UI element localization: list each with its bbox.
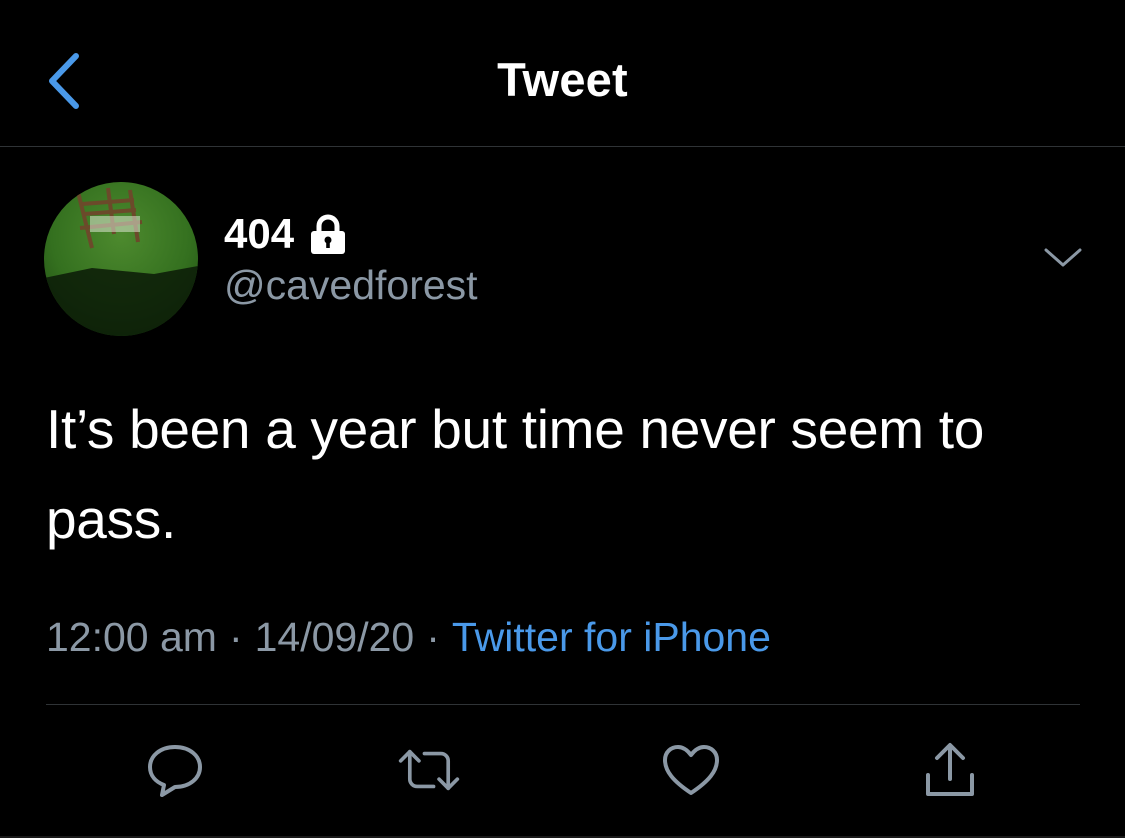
tweet-menu-button[interactable] (1036, 240, 1090, 276)
lock-icon (308, 212, 348, 256)
divider (46, 704, 1080, 705)
top-navigation-bar: Tweet (0, 0, 1125, 147)
share-icon (926, 743, 974, 796)
retweet-button[interactable] (397, 738, 461, 802)
tweet-date: 14/09/20 (254, 614, 415, 660)
page-title: Tweet (497, 53, 628, 106)
display-name: 404 (224, 210, 295, 257)
tweet-source-link[interactable]: Twitter for iPhone (452, 614, 771, 660)
tweet-text-line: pass. (46, 488, 176, 550)
share-button[interactable] (918, 738, 982, 802)
avatar[interactable] (44, 182, 198, 336)
retweet-icon (398, 749, 460, 791)
tweet-time: 12:00 am (46, 614, 217, 660)
chevron-down-icon (1044, 248, 1082, 267)
like-button[interactable] (659, 738, 723, 802)
heart-icon (663, 745, 719, 795)
username[interactable]: @cavedforest (224, 262, 478, 309)
tweet-text-line: It’s been a year but time never seem to (46, 398, 985, 460)
reply-icon (148, 745, 202, 797)
tweet-text: It’s been a year but time never seem to … (46, 384, 1096, 564)
separator: · (426, 614, 440, 660)
tweet-metadata: 12:00 am · 14/09/20 · Twitter for iPhone (46, 614, 771, 661)
author-name-row[interactable]: 404 (224, 208, 348, 260)
reply-button[interactable] (143, 738, 207, 802)
avatar-image (44, 182, 198, 336)
separator: · (228, 614, 243, 660)
